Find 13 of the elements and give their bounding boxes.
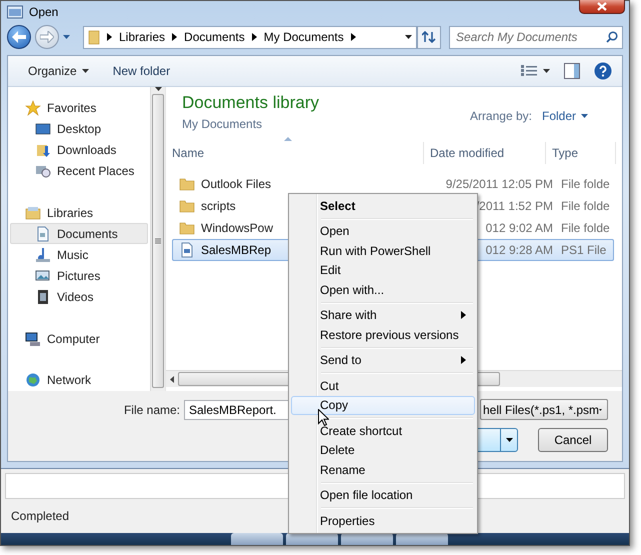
date-cell: 012 9:02 AM [486,221,553,235]
date-cell: 9/25/2011 12:05 PM [446,177,553,191]
library-title: Documents library [182,93,320,113]
file-name-label: File name: [124,402,180,416]
type-cell-text: PS1 File [560,243,608,257]
type-cell-text: File folde [560,177,611,191]
type-cell-text: File folde [560,199,611,213]
library-subtitle: My Documents [182,117,264,131]
window-title: Open [29,5,58,19]
date-cell: 012 9:28 AM [486,243,553,257]
status-text: Completed [11,509,70,523]
type-cell-text: File folde [560,221,611,235]
arrange-label: Arrange by: [470,109,532,123]
